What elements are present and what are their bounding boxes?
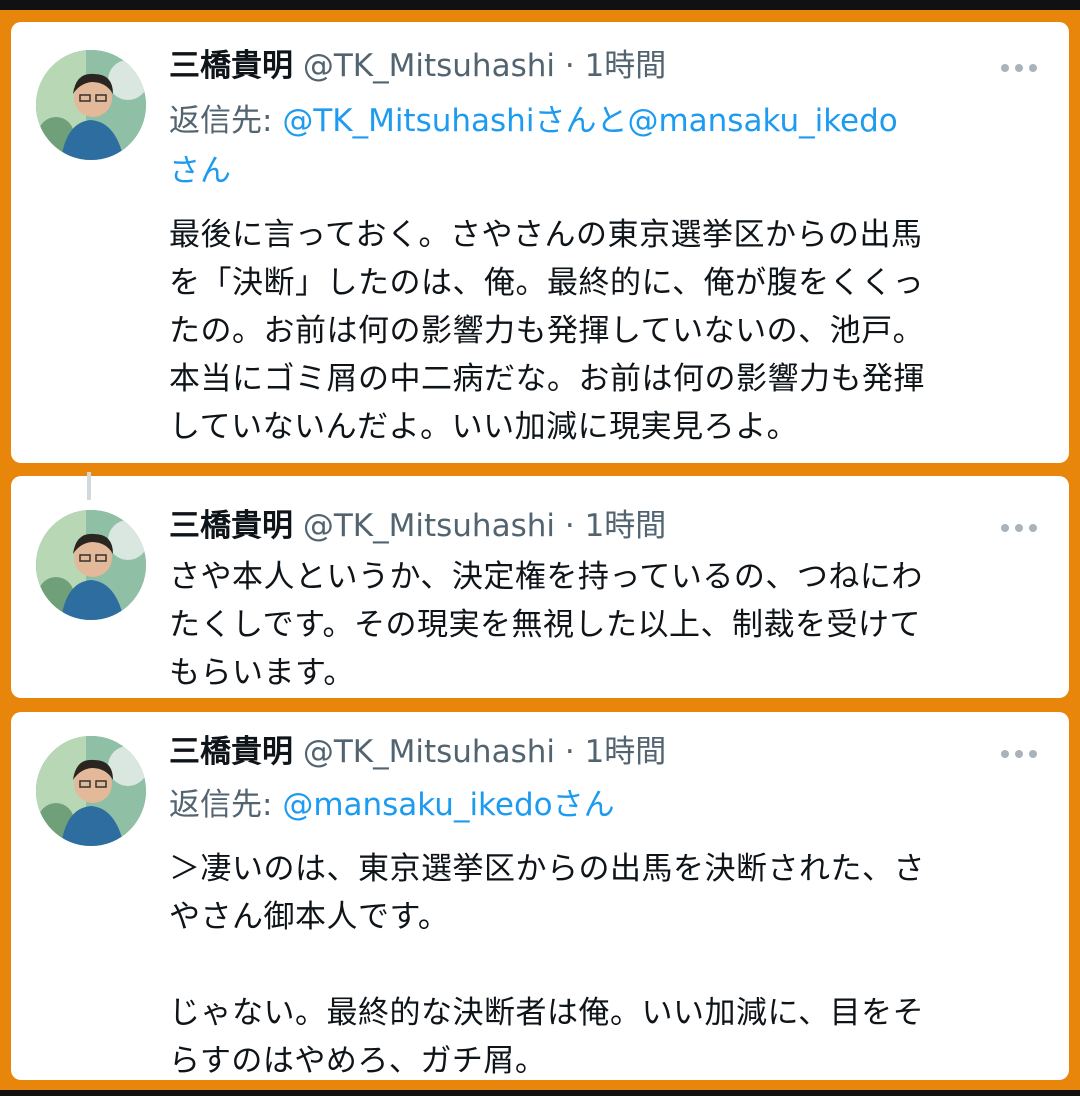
timestamp[interactable]: 1時間: [585, 734, 667, 770]
top-edge-bar: [0, 0, 1080, 10]
reply-joiner: さんと: [534, 103, 628, 139]
avatar[interactable]: [36, 510, 146, 620]
more-options-icon[interactable]: [1001, 58, 1041, 78]
reply-mention[interactable]: @mansaku_ikedo: [627, 103, 897, 139]
tweet-header: 三橋貴明 @TK_Mitsuhashi · 1時間: [169, 730, 666, 774]
tweet-line: を「決断」したのは、俺。最終的に、俺が腹をくくっ: [169, 265, 925, 301]
avatar[interactable]: [36, 50, 146, 160]
bottom-edge-bar: [0, 1090, 1080, 1096]
tweet-header: 三橋貴明 @TK_Mitsuhashi · 1時間: [169, 44, 666, 88]
tweet-line: たくしです。その現実を無視した以上、制裁を受けて: [169, 607, 921, 643]
reply-suffix: さん: [552, 787, 615, 823]
more-options-icon[interactable]: [1001, 744, 1041, 764]
tweet-line: していないんだよ。いい加減に現実見ろよ。: [169, 409, 799, 445]
separator: ·: [564, 48, 575, 84]
avatar[interactable]: [36, 736, 146, 846]
separator: ·: [564, 734, 575, 770]
tweet-line: やさん御本人です。: [169, 899, 450, 935]
tweet-card-3[interactable]: 三橋貴明 @TK_Mitsuhashi · 1時間 返信先: @mansaku_…: [11, 712, 1069, 1080]
tweet-line: さや本人というか、決定権を持っているの、つねにわ: [169, 559, 923, 595]
tweet-text: 最後に言っておく。さやさんの東京選挙区からの出馬 を「決断」したのは、俺。最終的…: [169, 211, 1049, 451]
timestamp[interactable]: 1時間: [585, 48, 667, 84]
user-handle[interactable]: @TK_Mitsuhashi: [303, 508, 555, 544]
reply-prefix: 返信先:: [169, 787, 283, 823]
thread-connector: [87, 472, 91, 500]
reply-mention[interactable]: @TK_Mitsuhashi: [282, 103, 534, 139]
tweet-line: ＞凄いのは、東京選挙区からの出馬を決断された、さ: [169, 851, 925, 887]
tweet-line: [169, 941, 1049, 989]
tweet-line: たの。お前は何の影響力も発揮していないの、池戸。: [169, 313, 925, 349]
display-name[interactable]: 三橋貴明: [169, 48, 293, 84]
tweet-line: じゃない。最終的な決断者は俺。いい加減に、目をそ: [169, 995, 925, 1031]
more-options-icon[interactable]: [1001, 518, 1041, 538]
user-handle[interactable]: @TK_Mitsuhashi: [303, 734, 555, 770]
reply-prefix: 返信先:: [169, 103, 283, 139]
tweet-card-2[interactable]: 三橋貴明 @TK_Mitsuhashi · 1時間 さや本人というか、決定権を持…: [11, 476, 1069, 698]
timestamp[interactable]: 1時間: [585, 508, 667, 544]
separator: ·: [564, 508, 575, 544]
tweet-card-1[interactable]: 三橋貴明 @TK_Mitsuhashi · 1時間 返信先: @TK_Mitsu…: [11, 22, 1069, 463]
tweet-line: 本当にゴミ屑の中二病だな。お前は何の影響力も発揮: [169, 361, 925, 397]
tweet-text: さや本人というか、決定権を持っているの、つねにわ たくしです。その現実を無視した…: [169, 553, 1049, 697]
tweet-line: 最後に言っておく。さやさんの東京選挙区からの出馬: [169, 217, 923, 253]
tweet-line: もらいます。: [169, 655, 355, 691]
reply-to: 返信先: @mansaku_ikedoさん: [169, 780, 1049, 830]
reply-suffix: さん: [169, 153, 231, 189]
tweet-header: 三橋貴明 @TK_Mitsuhashi · 1時間: [169, 504, 666, 548]
tweet-line: らすのはやめろ、ガチ屑。: [169, 1043, 547, 1079]
display-name[interactable]: 三橋貴明: [169, 508, 293, 544]
reply-to: 返信先: @TK_Mitsuhashiさんと@mansaku_ikedo さん: [169, 96, 1049, 196]
display-name[interactable]: 三橋貴明: [169, 734, 293, 770]
reply-mention[interactable]: @mansaku_ikedo: [282, 787, 552, 823]
tweet-text: ＞凄いのは、東京選挙区からの出馬を決断された、さ やさん御本人です。 じゃない。…: [169, 845, 1049, 1080]
user-handle[interactable]: @TK_Mitsuhashi: [303, 48, 555, 84]
